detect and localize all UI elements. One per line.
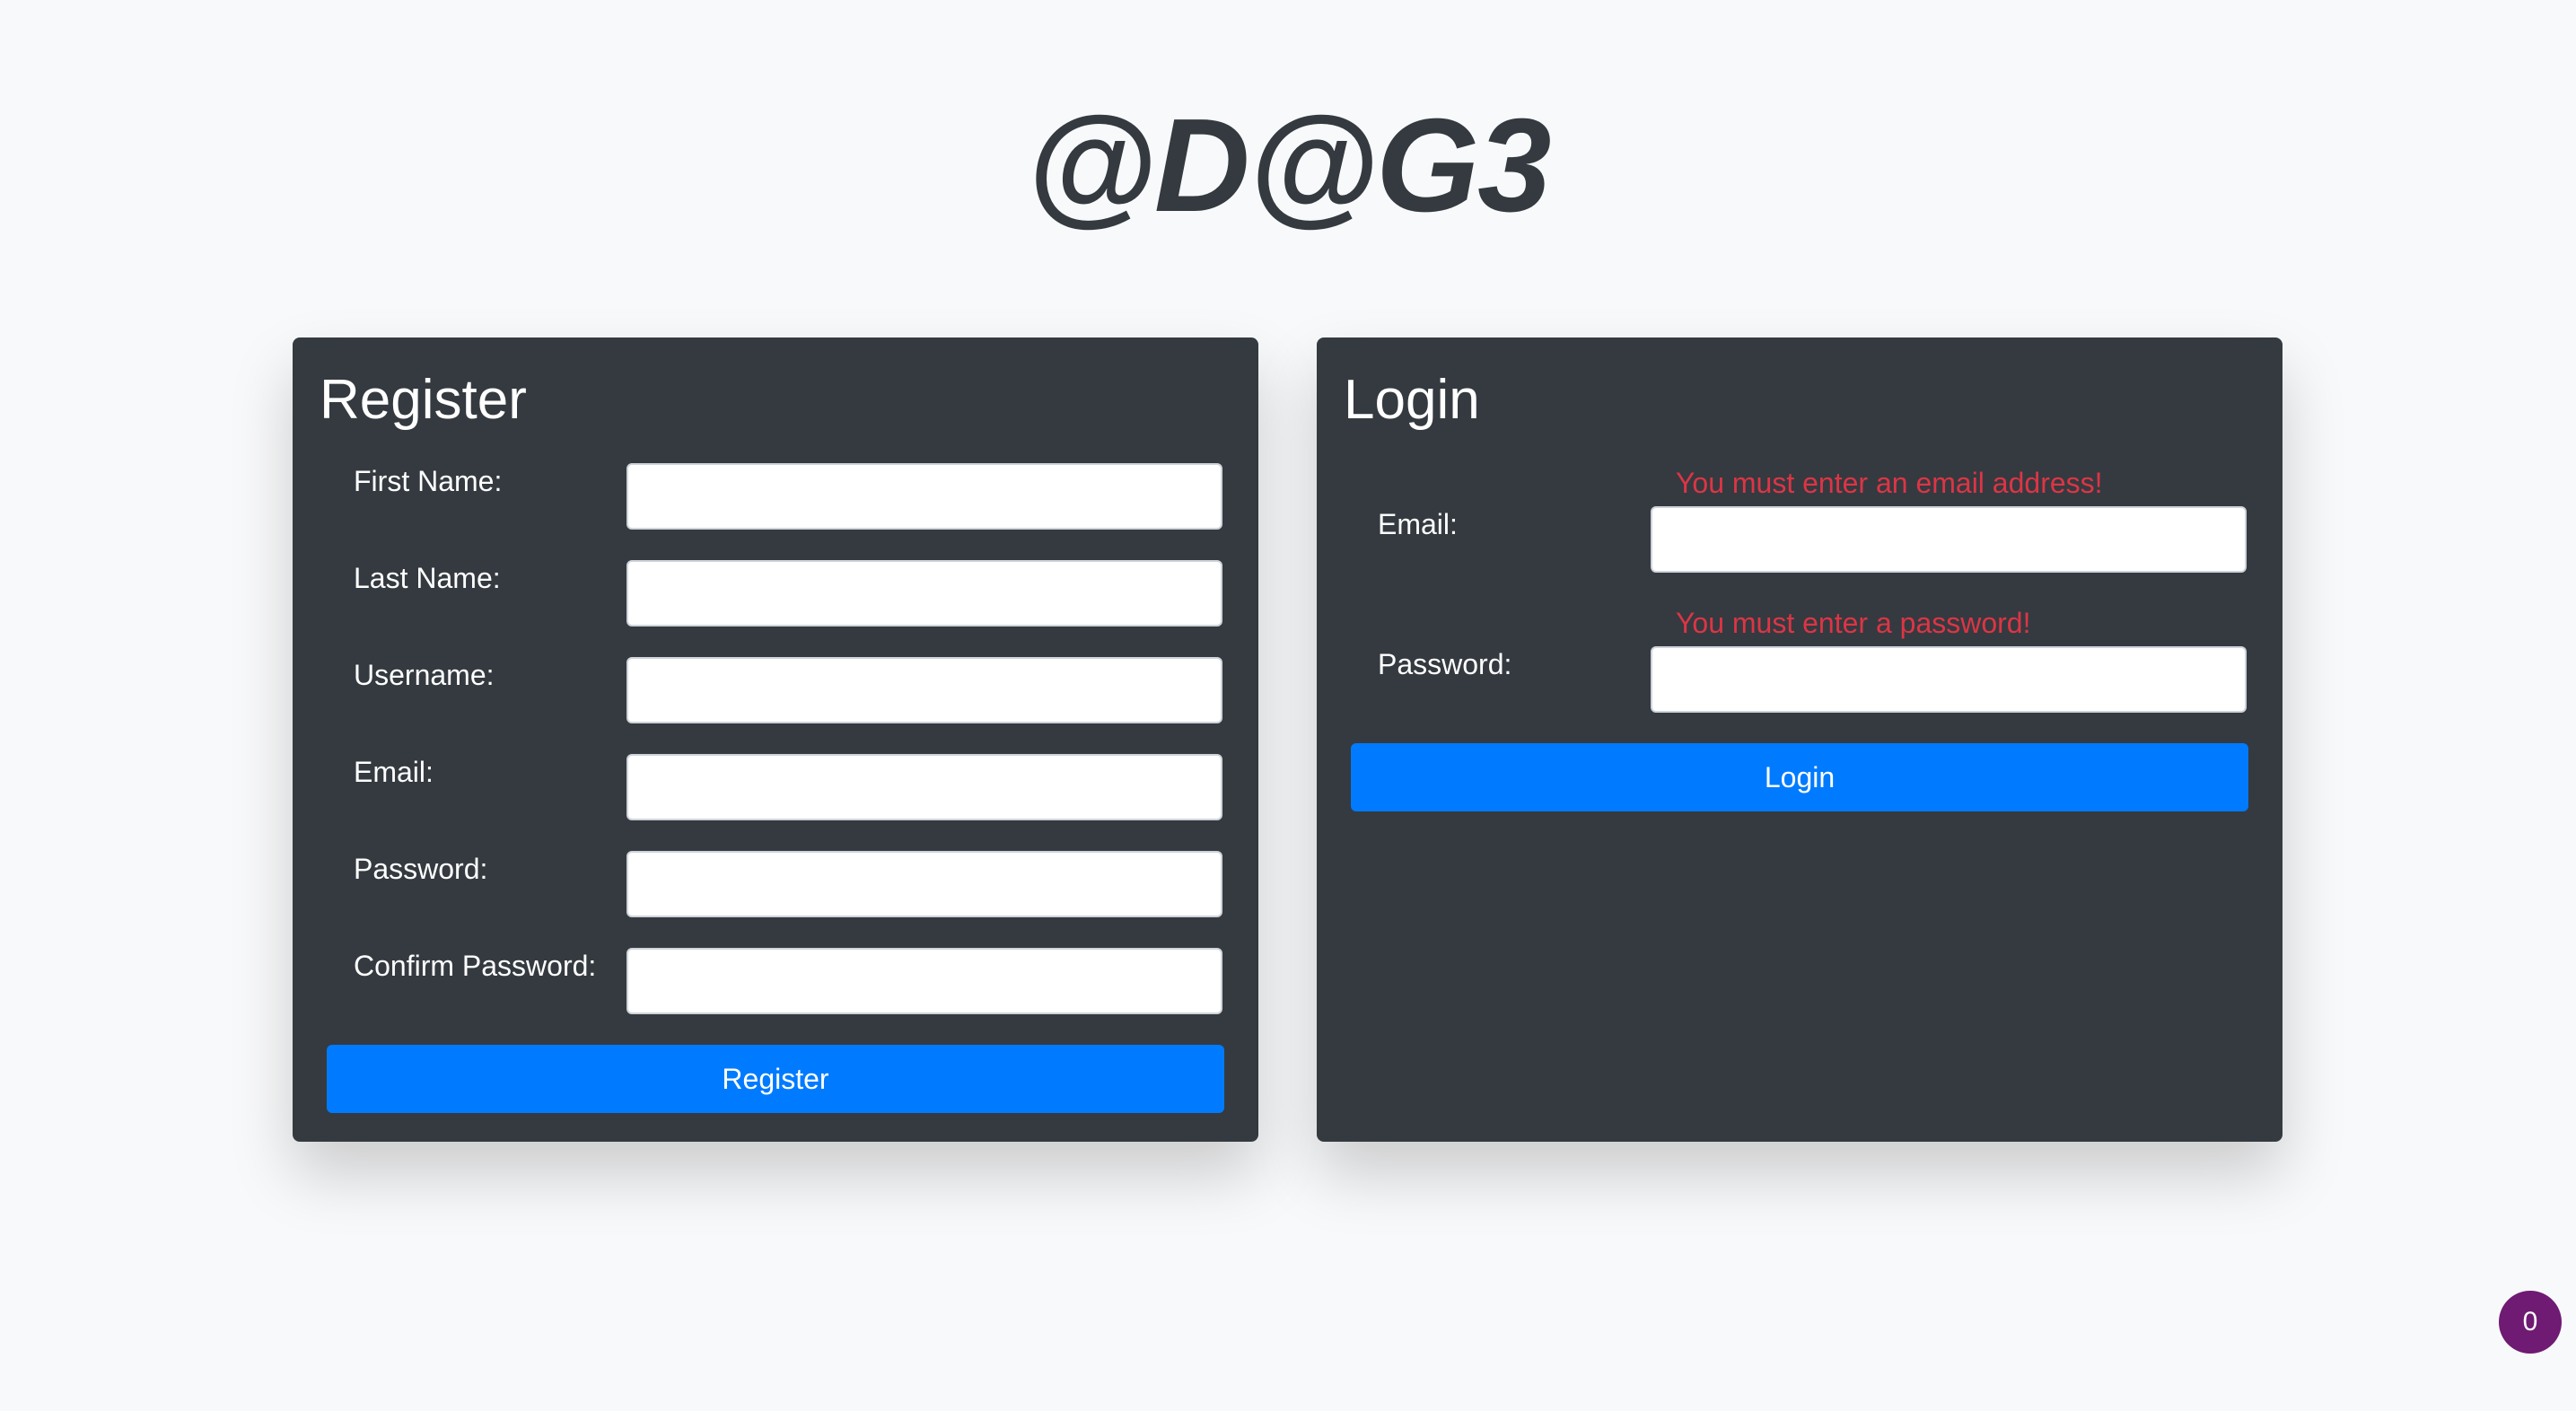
register-email-input[interactable] — [626, 754, 1222, 820]
username-label: Username: — [354, 659, 495, 691]
last-name-input[interactable] — [626, 560, 1222, 627]
email-error-message: You must enter an email address! — [1676, 467, 2103, 499]
username-input[interactable] — [626, 657, 1222, 723]
login-email-label: Email: — [1378, 508, 1458, 540]
login-panel: Login You must enter an email address! E… — [1317, 337, 2282, 1142]
register-email-label: Email: — [354, 756, 434, 788]
register-password-label: Password: — [354, 853, 488, 885]
register-panel: Register First Name: Last Name: Username… — [293, 337, 1258, 1142]
login-email-input[interactable] — [1651, 506, 2247, 573]
confirm-password-input[interactable] — [626, 948, 1222, 1014]
first-name-label: First Name: — [354, 465, 503, 497]
last-name-label: Last Name: — [354, 562, 501, 594]
register-button[interactable]: Register — [327, 1045, 1224, 1113]
confirm-password-label: Confirm Password: — [354, 950, 597, 982]
register-title: Register — [320, 369, 527, 431]
login-password-label: Password: — [1378, 648, 1512, 680]
site-title: @D@G3 — [1026, 92, 1552, 240]
login-title: Login — [1344, 369, 1480, 431]
notification-badge[interactable]: 0 — [2499, 1291, 2562, 1354]
first-name-input[interactable] — [626, 463, 1222, 530]
register-password-input[interactable] — [626, 851, 1222, 917]
password-error-message: You must enter a password! — [1676, 607, 2031, 639]
login-button[interactable]: Login — [1351, 743, 2248, 811]
login-password-input[interactable] — [1651, 646, 2247, 713]
